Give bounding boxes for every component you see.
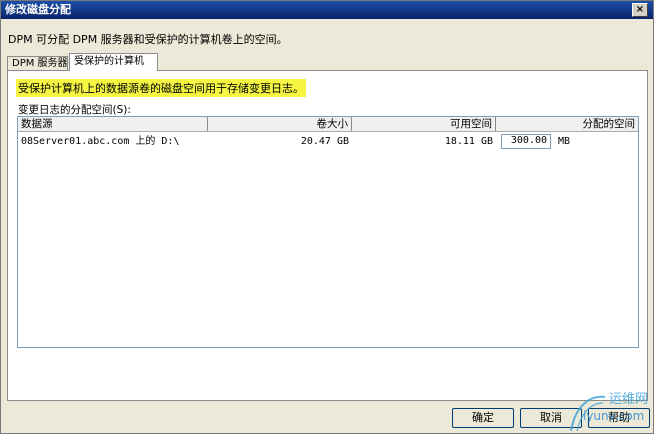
tab-label: 受保护的计算机 xyxy=(74,56,144,67)
tab-protected-computer[interactable]: 受保护的计算机 xyxy=(69,53,158,71)
allocated-space-input[interactable]: 300.00 xyxy=(501,134,551,149)
cell-volume-size: 20.47 GB xyxy=(300,136,349,147)
tab-panel: 受保护计算机上的数据源卷的磁盘空间用于存储变更日志。 变更日志的分配空间(S):… xyxy=(7,70,648,401)
watermark-text: 运维网 xyxy=(609,392,648,407)
ok-button[interactable]: 确定 xyxy=(452,408,514,428)
allocation-list[interactable]: 数据源 卷大小 可用空间 分配的空间 08Server01.abc.com 上的… xyxy=(17,116,639,348)
column-header-allocated[interactable]: 分配的空间 xyxy=(496,117,638,131)
dialog-description: DPM 可分配 DPM 服务器和受保护的计算机卷上的空间。 xyxy=(8,33,288,46)
watermark-url: iyunv.com xyxy=(583,409,644,423)
cell-source: 08Server01.abc.com 上的 D:\ xyxy=(21,136,180,147)
allocation-label: 变更日志的分配空间(S): xyxy=(18,104,131,116)
window-title: 修改磁盘分配 xyxy=(5,3,71,16)
highlighted-info-text: 受保护计算机上的数据源卷的磁盘空间用于存储变更日志。 xyxy=(16,79,306,97)
close-button[interactable]: × xyxy=(632,3,648,17)
tab-label: DPM 服务器 xyxy=(12,58,68,69)
tab-dpm-server[interactable]: DPM 服务器 xyxy=(7,56,68,70)
cell-unit: MB xyxy=(558,136,571,147)
table-row[interactable]: 08Server01.abc.com 上的 D:\ 20.47 GB 18.11… xyxy=(18,133,638,151)
column-header-free-space[interactable]: 可用空间 xyxy=(352,117,496,131)
watermark-logo: 运维网 iyunv.com xyxy=(570,392,648,432)
column-header-source[interactable]: 数据源 xyxy=(18,117,208,131)
close-icon: × xyxy=(635,4,645,15)
list-header: 数据源 卷大小 可用空间 分配的空间 xyxy=(18,117,638,132)
title-bar: 修改磁盘分配 × xyxy=(1,1,653,19)
dialog-window: 修改磁盘分配 × DPM 可分配 DPM 服务器和受保护的计算机卷上的空间。 D… xyxy=(0,0,654,434)
column-header-volume-size[interactable]: 卷大小 xyxy=(208,117,352,131)
cell-free-space: 18.11 GB xyxy=(444,136,493,147)
